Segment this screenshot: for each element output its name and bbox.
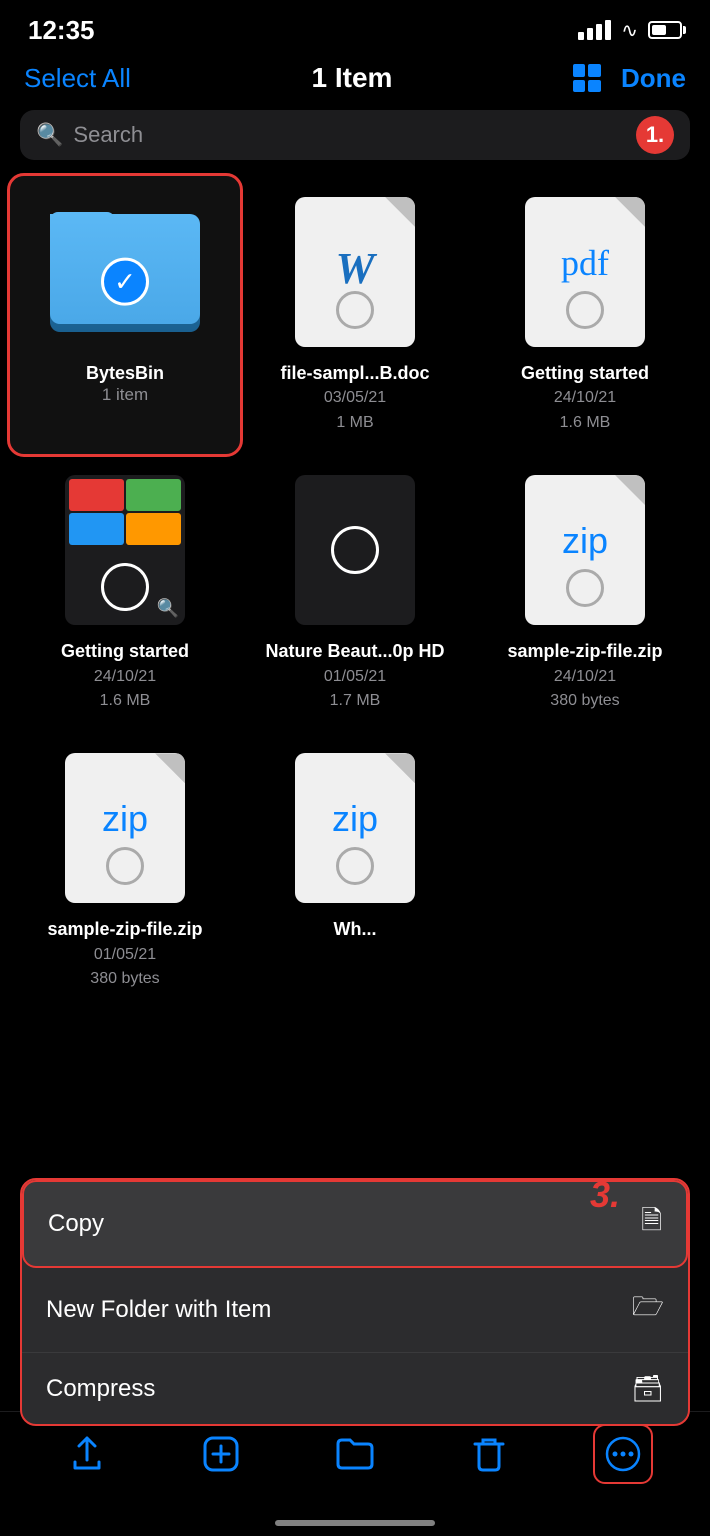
file-item-word[interactable]: W file-sampl...B.doc 03/05/21 1 MB [240,176,470,454]
file-item-zip2[interactable]: zip sample-zip-file.zip 01/05/21 380 byt… [10,732,240,1010]
file-item-pdf[interactable]: pdf Getting started 24/10/21 1.6 MB [470,176,700,454]
file-item-zip3[interactable]: zip Wh... [240,732,470,1010]
zip3-doc-icon-wrap: zip [275,748,435,908]
folder-button[interactable] [325,1424,385,1484]
new-folder-menu-item[interactable]: New Folder with Item 🗁 [22,1268,688,1353]
signal-icon [578,20,611,40]
file-date: 03/05/21 [324,387,386,409]
file-size: 1.7 MB [330,690,381,712]
file-date: 24/10/21 [554,666,616,688]
file-date: 01/05/21 [94,944,156,966]
trash-button[interactable] [459,1424,519,1484]
image-thumbnail: 🔍 [65,475,185,625]
file-name: sample-zip-file.zip [507,640,662,663]
step3-badge: 3. [590,1174,620,1216]
zip2-doc-icon: zip [65,753,185,903]
compress-label: Compress [46,1375,155,1403]
home-indicator [275,1520,435,1526]
file-name: Getting started [521,362,649,385]
file-size: 380 bytes [550,690,619,712]
folder-icon-wrap: ✓ [45,192,205,352]
search-icon: 🔍 [36,122,63,148]
wifi-icon: ∿ [621,18,638,43]
done-button[interactable]: Done [621,63,686,94]
copy-menu-item[interactable]: Copy 🗎 [22,1180,688,1268]
video-icon-wrap [275,470,435,630]
file-date: 01/05/21 [324,666,386,688]
nav-bar: Select All 1 Item Done [0,54,710,106]
new-folder-label: New Folder with Item [46,1296,271,1324]
file-size: 1 MB [336,412,373,434]
zip-doc-icon-wrap: zip [505,470,665,630]
compress-menu-item[interactable]: Compress 🗃 [22,1353,688,1424]
battery-icon [648,21,682,39]
file-name: BytesBin [86,362,164,385]
word-doc-icon: W [295,197,415,347]
file-name: Wh... [334,918,377,941]
zip-doc-icon: zip [525,475,645,625]
file-size: 1.6 MB [100,690,151,712]
copy-label: Copy [48,1210,104,1238]
image-icon-wrap: 🔍 [45,470,205,630]
word-doc-icon-wrap: W [275,192,435,352]
file-item-bytesbin[interactable]: ✓ BytesBin 1 item [10,176,240,454]
step1-badge: 1. [636,116,674,154]
file-meta: 1 item [102,385,148,405]
file-name: Nature Beaut...0p HD [265,640,444,663]
status-bar: 12:35 ∿ [0,0,710,54]
file-grid: ✓ BytesBin 1 item W file-sampl...B.doc 0… [0,176,710,1011]
status-icons: ∿ [578,18,682,43]
status-time: 12:35 [28,15,95,46]
search-bar[interactable]: 🔍 Search 1. [20,110,690,160]
file-item-zip1[interactable]: zip sample-zip-file.zip 24/10/21 380 byt… [470,454,700,732]
more-button[interactable]: 2. [593,1424,653,1484]
nav-title: 1 Item [312,62,393,94]
new-folder-icon: 🗁 [632,1288,664,1332]
file-name: Getting started [61,640,189,663]
folder-checkmark-icon: ✓ [101,258,149,306]
file-name: sample-zip-file.zip [47,918,202,941]
grid-view-icon[interactable] [573,64,601,92]
search-input[interactable]: Search [73,122,674,148]
zip3-doc-icon: zip [295,753,415,903]
compress-icon: 🗃 [631,1373,664,1404]
file-size: 1.6 MB [560,412,611,434]
add-button[interactable] [191,1424,251,1484]
select-all-button[interactable]: Select All [24,63,131,94]
file-item-video[interactable]: Nature Beaut...0p HD 01/05/21 1.7 MB [240,454,470,732]
file-date: 24/10/21 [554,387,616,409]
pdf-doc-icon-wrap: pdf [505,192,665,352]
file-item-image[interactable]: 🔍 Getting started 24/10/21 1.6 MB [10,454,240,732]
pdf-doc-icon: pdf [525,197,645,347]
file-name: file-sampl...B.doc [280,362,429,385]
file-date: 24/10/21 [94,666,156,688]
zip2-doc-icon-wrap: zip [45,748,205,908]
file-size: 380 bytes [90,968,159,990]
video-thumbnail [295,475,415,625]
share-button[interactable] [57,1424,117,1484]
copy-icon: 🗎 [641,1202,662,1246]
nav-right-actions: Done [573,63,686,94]
